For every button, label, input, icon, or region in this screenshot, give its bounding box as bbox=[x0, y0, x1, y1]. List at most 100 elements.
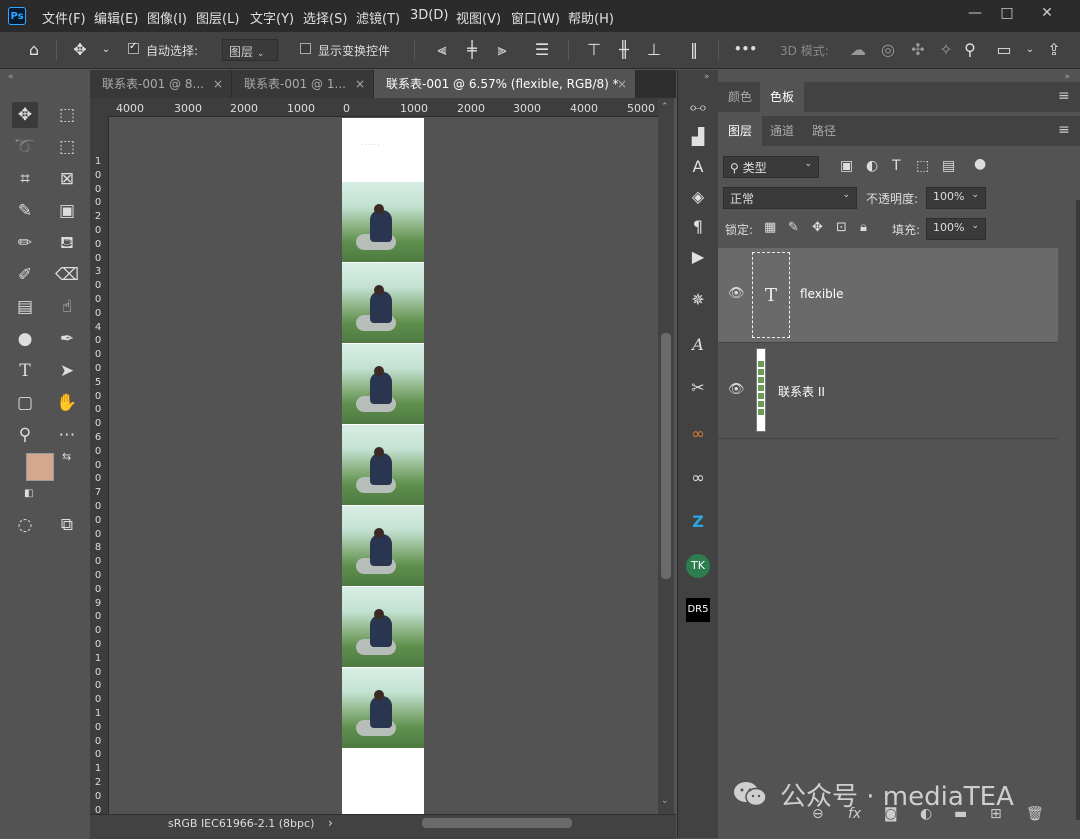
lock-all-icon[interactable]: 🔒︎ bbox=[860, 220, 867, 235]
type-tool-icon[interactable]: T bbox=[12, 358, 38, 384]
close-window-button[interactable]: ✕ bbox=[1030, 4, 1064, 22]
layer-filter-dropdown[interactable]: ⚲ 类型 ⌄ bbox=[723, 156, 819, 178]
color-profile-status[interactable]: sRGB IEC61966-2.1 (8bpc) bbox=[168, 817, 314, 830]
distribute-vertical-icon[interactable]: ‖ bbox=[684, 40, 704, 60]
lock-position-icon[interactable]: ✥ bbox=[812, 220, 823, 235]
collapse-icon[interactable]: » bbox=[1064, 72, 1070, 82]
character-panel-icon[interactable]: A bbox=[686, 155, 710, 179]
share-icon[interactable]: ⇪ bbox=[1044, 40, 1064, 60]
link-layers-icon[interactable]: ⊖ bbox=[812, 806, 824, 822]
tk-plugin-icon[interactable]: TK bbox=[686, 554, 710, 578]
distribute-icon[interactable]: ☰ bbox=[532, 40, 552, 60]
foreground-color-swatch[interactable] bbox=[26, 453, 54, 481]
delete-layer-icon[interactable]: 🗑︎ bbox=[1026, 806, 1044, 822]
visibility-eye-icon[interactable]: 👁︎ bbox=[728, 382, 745, 397]
collapse-icon[interactable]: « bbox=[8, 72, 14, 82]
scrollbar-thumb[interactable] bbox=[661, 333, 671, 579]
menu-edit[interactable]: 编辑(E) bbox=[94, 8, 138, 27]
scroll-up-icon[interactable]: ⌃ bbox=[661, 102, 669, 112]
filter-toggle-icon[interactable]: ● bbox=[974, 156, 986, 172]
align-vcenter-icon[interactable]: ╫ bbox=[614, 40, 634, 60]
menu-layer[interactable]: 图层(L) bbox=[196, 8, 239, 27]
plugin-wheel-icon[interactable]: ✵ bbox=[686, 288, 710, 312]
add-mask-icon[interactable]: ◙ bbox=[884, 806, 898, 822]
layer-row[interactable]: 👁︎ T flexible bbox=[718, 248, 1058, 343]
screen-mode-icon[interactable]: ⧉ bbox=[54, 512, 80, 538]
3d-slide-icon[interactable]: ✧ bbox=[936, 40, 956, 60]
stamp-tool-icon[interactable]: ⛾ bbox=[54, 230, 80, 256]
actions-panel-icon[interactable]: ▶ bbox=[686, 245, 710, 269]
menu-help[interactable]: 帮助(H) bbox=[568, 8, 614, 27]
align-top-icon[interactable]: ⊤ bbox=[584, 40, 604, 60]
tab-paths[interactable]: 路径 bbox=[802, 116, 846, 146]
menu-window[interactable]: 窗口(W) bbox=[511, 8, 560, 27]
history-brush-tool-icon[interactable]: ✐ bbox=[12, 262, 38, 288]
more-options-button[interactable]: ••• bbox=[734, 42, 757, 56]
brush-tool-icon[interactable]: ✏ bbox=[12, 230, 38, 256]
filter-pixel-icon[interactable]: ▣ bbox=[840, 158, 853, 174]
status-arrow-icon[interactable]: › bbox=[328, 816, 333, 830]
blend-mode-dropdown[interactable]: 正常 ⌄ bbox=[723, 187, 857, 209]
eraser-tool-icon[interactable]: ⌫ bbox=[54, 262, 80, 288]
close-icon[interactable]: × bbox=[617, 70, 627, 98]
horizontal-scrollbar-thumb[interactable] bbox=[422, 818, 572, 828]
visibility-eye-icon[interactable]: 👁︎ bbox=[728, 286, 745, 301]
3d-orbit-icon[interactable]: ☁ bbox=[848, 40, 868, 60]
zoom-tool-icon[interactable]: ⚲ bbox=[12, 422, 38, 448]
chevron-down-icon[interactable]: ⌄ bbox=[96, 40, 116, 60]
tab-document-1[interactable]: 联系表-001 @ 8... × bbox=[90, 70, 232, 98]
close-icon[interactable]: × bbox=[355, 70, 365, 98]
paragraph-panel-icon[interactable]: ¶ bbox=[686, 215, 710, 239]
lasso-tool-icon[interactable]: ➰ bbox=[12, 134, 38, 160]
new-group-icon[interactable]: ▬ bbox=[954, 806, 967, 822]
menu-file[interactable]: 文件(F) bbox=[42, 8, 86, 27]
patch-tool-icon[interactable]: ▣ bbox=[54, 198, 80, 224]
gradient-tool-icon[interactable]: ▤ bbox=[12, 294, 38, 320]
restore-button[interactable]: □ bbox=[990, 4, 1024, 22]
smudge-tool-icon[interactable]: ☝ bbox=[54, 294, 80, 320]
crop-tool-icon[interactable]: ⌗ bbox=[12, 166, 38, 192]
layer-name[interactable]: 联系表 II bbox=[778, 383, 825, 400]
layer-row[interactable]: 👁︎ 联系表 II bbox=[718, 344, 1058, 439]
adjustment-layer-icon[interactable]: ◐ bbox=[920, 806, 932, 822]
object-select-tool-icon[interactable]: ⬚ bbox=[54, 134, 80, 160]
close-icon[interactable]: × bbox=[213, 70, 223, 98]
3d-pan-icon[interactable]: ✣ bbox=[908, 40, 928, 60]
workspace-icon[interactable]: ▭ bbox=[994, 40, 1014, 60]
history-panel-icon[interactable]: ⧟ bbox=[686, 95, 710, 119]
move-tool-preset-icon[interactable]: ✥ bbox=[70, 40, 90, 60]
lock-image-icon[interactable]: ✎ bbox=[788, 220, 799, 235]
tab-swatches[interactable]: 色板 bbox=[760, 82, 805, 112]
scroll-down-icon[interactable]: ⌄ bbox=[661, 796, 669, 806]
dodge-tool-icon[interactable]: ● bbox=[12, 326, 38, 352]
lock-transparent-icon[interactable]: ▦ bbox=[764, 220, 776, 235]
document-canvas[interactable]: · · · · · · bbox=[342, 118, 424, 814]
filter-type-icon[interactable]: T bbox=[892, 158, 901, 174]
pen-tool-icon[interactable]: ✒ bbox=[54, 326, 80, 352]
tab-color[interactable]: 颜色 bbox=[718, 82, 762, 112]
shape-tool-icon[interactable]: ▢ bbox=[12, 390, 38, 416]
home-icon[interactable]: ⌂ bbox=[24, 40, 44, 60]
tab-channels[interactable]: 通道 bbox=[760, 116, 804, 146]
hand-tool-icon[interactable]: ✋ bbox=[54, 390, 80, 416]
dr5-plugin-icon[interactable]: DR5 bbox=[686, 598, 710, 622]
panel-menu-icon[interactable]: ≡ bbox=[1058, 122, 1070, 138]
histogram-panel-icon[interactable]: ▟ bbox=[686, 125, 710, 149]
menu-image[interactable]: 图像(I) bbox=[147, 8, 187, 27]
z-plugin-icon[interactable]: Z bbox=[686, 510, 710, 534]
frame-tool-icon[interactable]: ⊠ bbox=[54, 166, 80, 192]
eyedropper-tool-icon[interactable]: ✎ bbox=[12, 198, 38, 224]
align-right-icon[interactable]: ⫸ bbox=[492, 40, 512, 60]
tab-document-2[interactable]: 联系表-001 @ 1... × bbox=[232, 70, 374, 98]
filter-shape-icon[interactable]: ⬚ bbox=[916, 158, 929, 174]
layer-style-icon[interactable]: fx bbox=[848, 806, 861, 822]
menu-select[interactable]: 选择(S) bbox=[303, 8, 347, 27]
3d-roll-icon[interactable]: ◎ bbox=[878, 40, 898, 60]
chevron-down-icon[interactable]: ⌄ bbox=[1020, 40, 1040, 60]
quick-mask-icon[interactable]: ◌ bbox=[12, 512, 38, 538]
lock-artboard-icon[interactable]: ⊡ bbox=[836, 220, 847, 235]
layer-name[interactable]: flexible bbox=[800, 287, 844, 301]
tab-document-3[interactable]: 联系表-001 @ 6.57% (flexible, RGB/8) * × bbox=[374, 70, 636, 98]
default-colors-icon[interactable]: ◧ bbox=[24, 488, 33, 499]
fill-field[interactable]: 100% ⌄ bbox=[926, 218, 986, 240]
